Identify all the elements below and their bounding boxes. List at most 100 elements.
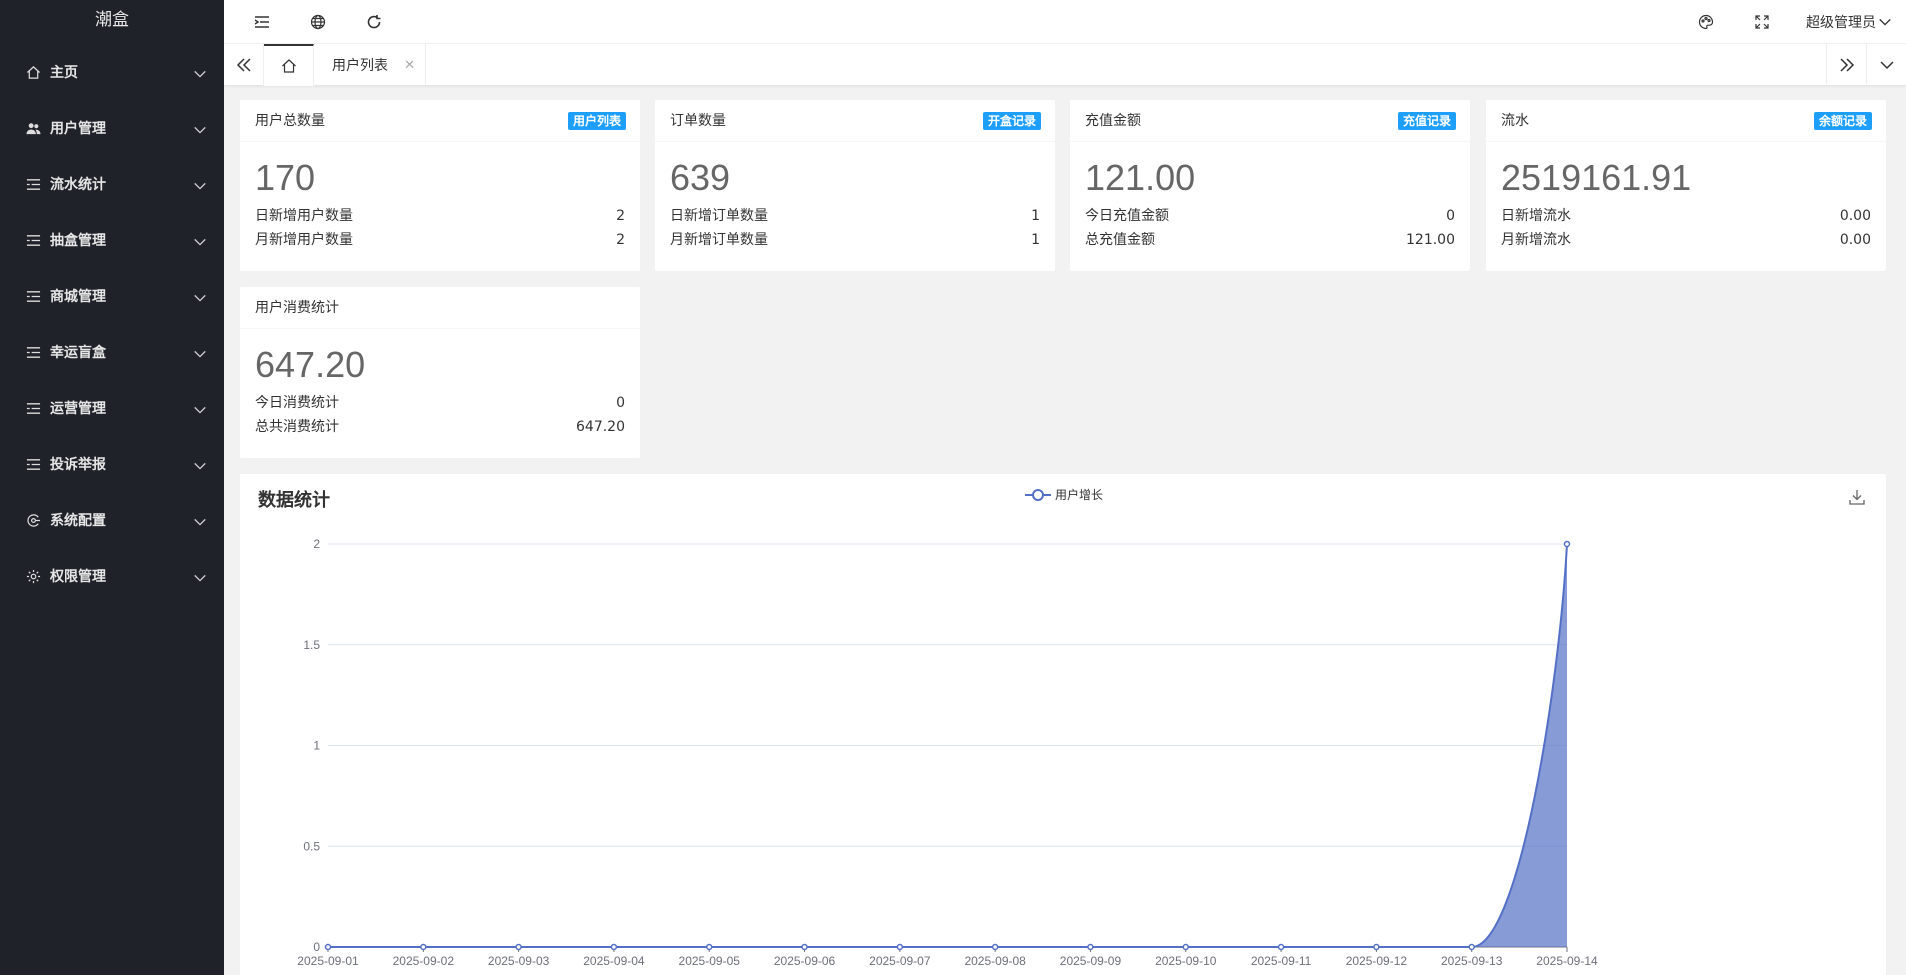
card-row: 今日消费统计 0 (255, 395, 625, 411)
card-value: 2519161.91 (1501, 157, 1692, 198)
stat-card-users: 用户总数量 用户列表 170 日新增用户数量 2 月新增用户数量 2 (240, 100, 640, 271)
sidebar-item-label: 主页 (50, 65, 78, 81)
card-value: 170 (255, 157, 316, 198)
legend-line-icon (1025, 488, 1051, 501)
y-tick-label: 0.5 (303, 839, 320, 853)
user-menu[interactable]: 超级管理员 (1806, 0, 1906, 44)
tabs-scroll-left-button[interactable] (224, 44, 264, 86)
chevron-down-icon (192, 458, 208, 474)
x-tick-label: 2025-09-03 (488, 954, 550, 968)
tabs-scroll-right-button[interactable] (1826, 44, 1866, 86)
users-icon (24, 119, 42, 137)
card-value: 639 (670, 157, 731, 198)
chart-legend[interactable]: 用户增长 (1025, 486, 1103, 503)
card-title: 用户总数量 (255, 113, 325, 129)
x-tick-label: 2025-09-14 (1536, 954, 1598, 968)
card-row: 日新增订单数量 1 (670, 208, 1040, 224)
sidebar-item-label: 投诉举报 (50, 457, 106, 473)
data-point (991, 943, 999, 951)
stat-card-recharge: 充值金额 充值记录 121.00 今日充值金额 0 总充值金额 121.00 (1070, 100, 1470, 271)
sidebar: 潮盒 主页用户管理流水统计抽盒管理商城管理幸运盲盒运营管理投诉举报系统配置权限管… (0, 0, 224, 975)
chevron-down-icon (192, 290, 208, 306)
sidebar-item-label: 流水统计 (50, 177, 106, 193)
chevron-down-icon (192, 66, 208, 82)
sidebar-item-5[interactable]: 幸运盲盒 (0, 324, 224, 380)
chart-card: 0 0.5 1 1.5 2 2025-09-01 2025-09-02 2025-09-03 2… (240, 474, 1886, 975)
sidebar-item-9[interactable]: 权限管理 (0, 548, 224, 604)
x-tick-label: 2025-09-13 (1441, 954, 1503, 968)
list-icon (24, 399, 42, 417)
x-tick-label: 2025-09-10 (1155, 954, 1217, 968)
theme-button[interactable] (1678, 0, 1734, 44)
close-icon[interactable]: ✕ (404, 58, 415, 73)
tabs-bar: 用户列表 ✕ (224, 44, 1906, 86)
chevron-down-icon (1879, 61, 1894, 70)
stat-card-consumption: 用户消费统计 647.20 今日消费统计 0 总共消费统计 647.20 (240, 287, 640, 458)
data-point (705, 943, 713, 951)
sidebar-item-label: 商城管理 (50, 289, 106, 305)
sidebar-item-6[interactable]: 运营管理 (0, 380, 224, 436)
data-point (1087, 943, 1094, 951)
sidebar-item-3[interactable]: 抽盒管理 (0, 212, 224, 268)
y-tick-label: 1.5 (303, 638, 320, 652)
tab-user-list[interactable]: 用户列表 ✕ (314, 44, 426, 86)
sidebar-item-label: 幸运盲盒 (50, 345, 106, 361)
balance-records-badge[interactable]: 余额记录 (1813, 112, 1872, 130)
refresh-icon (367, 15, 381, 29)
chevron-down-icon (192, 570, 208, 586)
card-row: 今日充值金额 0 (1085, 208, 1455, 224)
x-tick-label: 2025-09-11 (1251, 954, 1312, 968)
stat-card-orders: 订单数量 开盒记录 639 日新增订单数量 1 月新增订单数量 1 (655, 100, 1055, 271)
user-list-badge[interactable]: 用户列表 (567, 112, 626, 130)
sidebar-nav: 主页用户管理流水统计抽盒管理商城管理幸运盲盒运营管理投诉举报系统配置权限管理 (0, 44, 224, 604)
gear-icon (24, 567, 42, 585)
card-row: 月新增订单数量 1 (670, 232, 1040, 248)
globe-icon (310, 14, 326, 30)
sidebar-item-8[interactable]: 系统配置 (0, 492, 224, 548)
home-icon (24, 63, 42, 81)
chart-title: 数据统计 (258, 490, 330, 511)
x-tick-label: 2025-09-06 (774, 954, 836, 968)
x-tick-label: 2025-09-09 (1060, 954, 1122, 968)
chevron-down-icon (192, 514, 208, 530)
x-tick-label: 2025-09-08 (964, 954, 1026, 968)
data-point (1182, 943, 1190, 951)
website-button[interactable] (290, 0, 346, 44)
sidebar-item-2[interactable]: 流水统计 (0, 156, 224, 212)
recharge-records-badge[interactable]: 充值记录 (1397, 112, 1456, 130)
card-value: 121.00 (1085, 157, 1196, 198)
tab-home[interactable] (264, 44, 314, 86)
chevron-down-icon (192, 402, 208, 418)
x-tick-label: 2025-09-04 (583, 954, 645, 968)
sidebar-item-4[interactable]: 商城管理 (0, 268, 224, 324)
data-point (1277, 943, 1285, 951)
y-tick-label: 2 (313, 537, 320, 551)
sidebar-item-label: 权限管理 (50, 569, 106, 585)
x-tick-label: 2025-09-05 (679, 954, 741, 968)
list-icon (24, 287, 42, 305)
card-row: 日新增流水 0.00 (1501, 208, 1871, 224)
download-icon (1849, 490, 1865, 505)
fullscreen-button[interactable] (1734, 0, 1790, 44)
x-tick-label: 2025-09-02 (393, 954, 455, 968)
data-point (896, 943, 904, 951)
sidebar-item-0[interactable]: 主页 (0, 44, 224, 100)
chevron-down-icon (192, 346, 208, 362)
sidebar-item-7[interactable]: 投诉举报 (0, 436, 224, 492)
card-row: 日新增用户数量 2 (255, 208, 625, 224)
chevron-down-icon (192, 122, 208, 138)
box-records-badge[interactable]: 开盒记录 (982, 112, 1041, 130)
tabs-dropdown-button[interactable] (1866, 44, 1906, 86)
download-button[interactable] (1848, 488, 1868, 508)
home-icon (281, 59, 296, 73)
sidebar-item-1[interactable]: 用户管理 (0, 100, 224, 156)
data-point (515, 943, 522, 951)
fullscreen-icon (1755, 15, 1769, 29)
app-logo[interactable]: 潮盒 (0, 0, 224, 44)
menu-toggle-button[interactable] (234, 0, 290, 44)
refresh-button[interactable] (346, 0, 402, 44)
y-tick-label: 0 (313, 940, 320, 954)
x-tick-label: 2025-09-12 (1346, 954, 1408, 968)
chevron-down-icon (192, 234, 208, 250)
card-row: 总共消费统计 647.20 (255, 419, 625, 435)
